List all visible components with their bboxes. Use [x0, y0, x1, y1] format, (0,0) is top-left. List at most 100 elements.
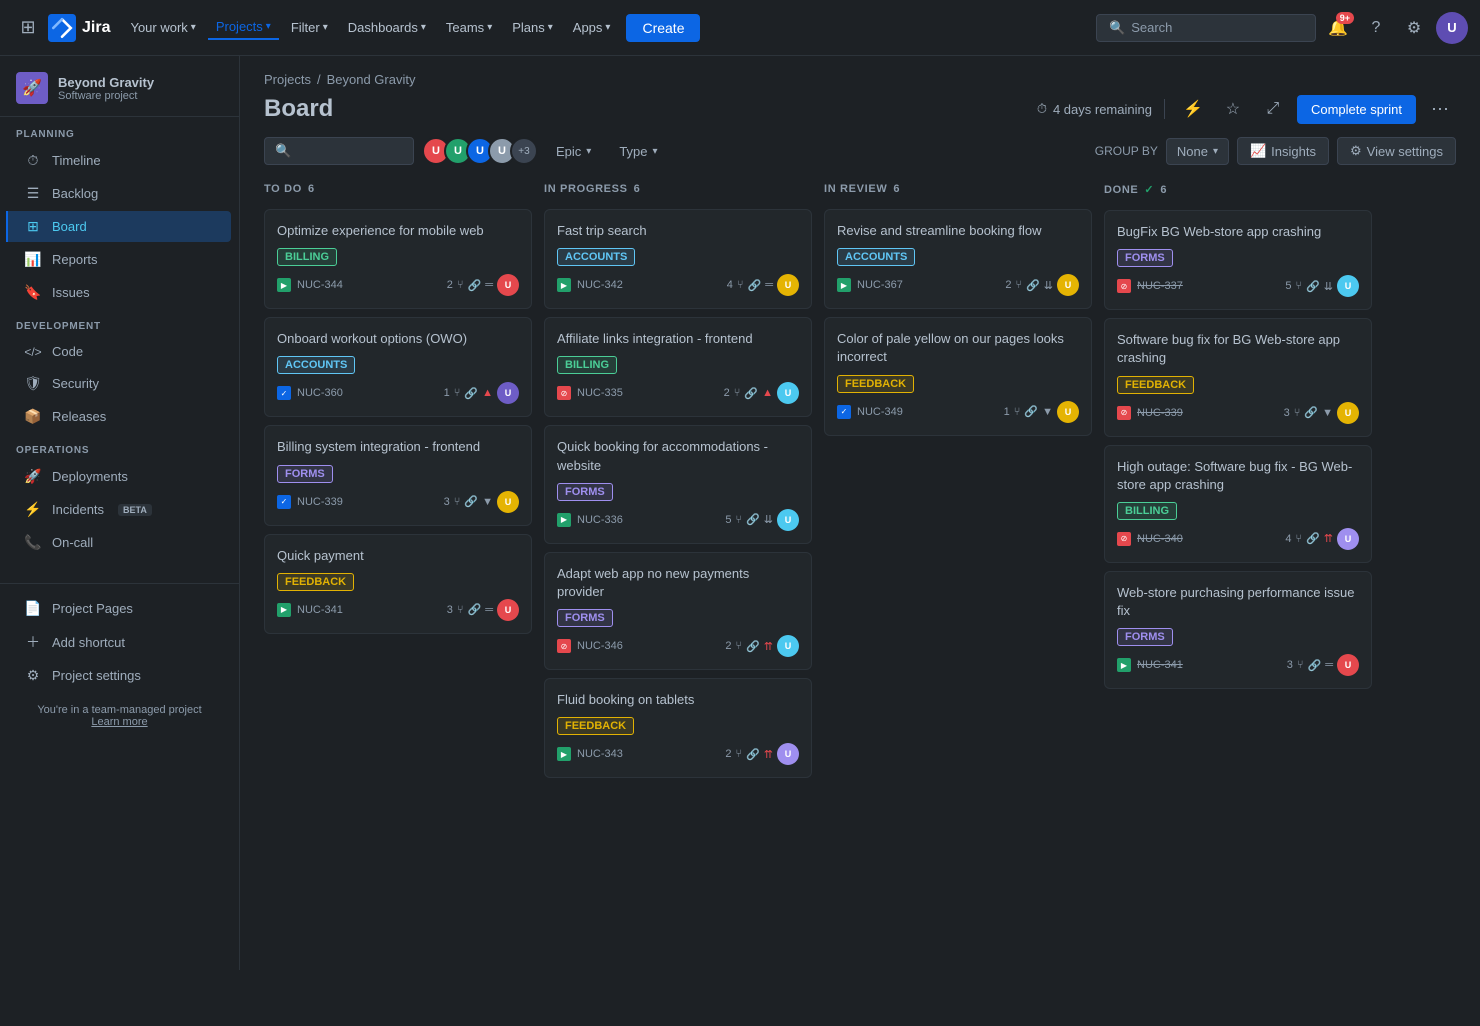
sidebar-item-timeline[interactable]: ⏱ Timeline — [8, 145, 231, 176]
groupby-select[interactable]: None▾ — [1166, 138, 1229, 165]
column-inreview: IN REVIEW 6 Revise and streamline bookin… — [824, 177, 1092, 946]
sprint-info: ⏱ 4 days remaining — [1037, 101, 1152, 117]
notifications-button[interactable]: 🔔 9+ — [1322, 12, 1354, 44]
card-title: Fast trip search — [557, 222, 799, 240]
breadcrumb-project[interactable]: Beyond Gravity — [327, 72, 416, 87]
column-inprogress: IN PROGRESS 6 Fast trip search ACCOUNTS … — [544, 177, 812, 946]
card-tag: FORMS — [557, 609, 613, 627]
card-nuc344[interactable]: Optimize experience for mobile web BILLI… — [264, 209, 532, 309]
type-filter-button[interactable]: Type▾ — [609, 139, 667, 164]
view-settings-button[interactable]: ⚙ View settings — [1337, 137, 1456, 165]
card-footer: ▶ NUC-344 2 ⑂ 🔗 ═ U — [277, 274, 519, 296]
done-check-icon: ✓ — [1144, 183, 1154, 196]
nav-filter[interactable]: Filter▾ — [283, 16, 336, 39]
board-search[interactable]: 🔍 — [264, 137, 414, 165]
card-nuc339[interactable]: Billing system integration - frontend FO… — [264, 425, 532, 525]
project-pages-icon: 📄 — [24, 600, 42, 617]
complete-sprint-button[interactable]: Complete sprint — [1297, 95, 1416, 124]
card-nuc339-done[interactable]: Software bug fix for BG Web-store app cr… — [1104, 318, 1372, 436]
card-nuc341-done[interactable]: Web-store purchasing performance issue f… — [1104, 571, 1372, 689]
sidebar-item-incidents[interactable]: ⚡ Incidents BETA — [8, 494, 231, 525]
sidebar-item-project-settings[interactable]: ⚙ Project settings — [8, 660, 231, 691]
sidebar-item-oncall[interactable]: 📞 On-call — [8, 527, 231, 558]
card-footer: ▶ NUC-343 2⑂🔗⇈ U — [557, 743, 799, 765]
card-footer: ▶ NUC-367 2⑂🔗⇊ U — [837, 274, 1079, 296]
breadcrumb: Projects / Beyond Gravity — [264, 72, 1456, 87]
card-nuc340[interactable]: High outage: Software bug fix - BG Web-s… — [1104, 445, 1372, 563]
card-nuc367[interactable]: Revise and streamline booking flow ACCOU… — [824, 209, 1092, 309]
insights-button[interactable]: 📈 Insights — [1237, 137, 1329, 165]
issue-id: NUC-360 — [297, 387, 343, 399]
epic-filter-button[interactable]: Epic▾ — [546, 139, 601, 164]
nav-plans[interactable]: Plans▾ — [504, 16, 561, 39]
card-nuc335[interactable]: Affiliate links integration - frontend B… — [544, 317, 812, 417]
nav-dashboards[interactable]: Dashboards▾ — [340, 16, 434, 39]
sidebar-item-label: Backlog — [52, 186, 98, 201]
card-nuc337[interactable]: BugFix BG Web-store app crashing FORMS ⊘… — [1104, 210, 1372, 310]
column-header-inreview: IN REVIEW 6 — [824, 177, 1092, 201]
links-icon: 🔗 — [468, 279, 482, 292]
sidebar-footer-link[interactable]: Learn more — [91, 716, 147, 728]
card-nuc343[interactable]: Fluid booking on tablets FEEDBACK ▶ NUC-… — [544, 678, 812, 778]
card-tag-billing: BILLING — [277, 248, 337, 266]
jira-logo[interactable]: Jira — [48, 14, 110, 42]
card-title: Web-store purchasing performance issue f… — [1117, 584, 1359, 620]
card-avatar: U — [497, 382, 519, 404]
sidebar-item-project-pages[interactable]: 📄 Project Pages — [8, 593, 231, 624]
settings-button[interactable]: ⚙ — [1398, 12, 1430, 44]
sidebar-item-code[interactable]: </> Code — [8, 337, 231, 366]
more-options-button[interactable]: ⋯ — [1424, 93, 1456, 125]
sidebar-project-header: 🚀 Beyond Gravity Software project — [0, 56, 239, 117]
sidebar-item-label: Issues — [52, 285, 90, 300]
card-meta: 1⑂🔗▲ U — [444, 382, 519, 404]
card-title: Adapt web app no new payments provider — [557, 565, 799, 601]
sidebar-item-reports[interactable]: 📊 Reports — [8, 244, 231, 275]
card-nuc336[interactable]: Quick booking for accommodations - websi… — [544, 425, 812, 543]
nav-teams[interactable]: Teams▾ — [438, 16, 500, 39]
oncall-icon: 📞 — [24, 534, 42, 551]
sidebar-footer: You're in a team-managed project Learn m… — [0, 692, 239, 740]
user-avatar[interactable]: U — [1436, 12, 1468, 44]
card-tag: ACCOUNTS — [837, 248, 915, 266]
issue-icon-bug: ⊘ — [557, 386, 571, 400]
card-nuc349[interactable]: Color of pale yellow on our pages looks … — [824, 317, 1092, 435]
issue-icon-story: ▶ — [837, 278, 851, 292]
sidebar-item-add-shortcut[interactable]: ＋ Add shortcut — [8, 625, 231, 659]
sidebar-item-issues[interactable]: 🔖 Issues — [8, 277, 231, 308]
card-nuc360[interactable]: Onboard workout options (OWO) ACCOUNTS ✓… — [264, 317, 532, 417]
card-avatar: U — [497, 491, 519, 513]
fullscreen-button[interactable]: ⤢ — [1257, 93, 1289, 125]
avatars-row: U U U U +3 — [422, 137, 538, 165]
card-nuc341[interactable]: Quick payment FEEDBACK ▶ NUC-341 3⑂🔗═ U — [264, 534, 532, 634]
create-button[interactable]: Create — [626, 14, 700, 42]
nav-projects[interactable]: Projects▾ — [208, 15, 279, 40]
card-footer: ▶ NUC-336 5⑂🔗⇊ U — [557, 509, 799, 531]
card-title: Color of pale yellow on our pages looks … — [837, 330, 1079, 366]
groupby-label: GROUP BY — [1095, 144, 1158, 158]
sidebar-item-label: Add shortcut — [52, 635, 125, 650]
sidebar-item-releases[interactable]: 📦 Releases — [8, 401, 231, 432]
sidebar-item-board[interactable]: ⊞ Board — [6, 211, 231, 242]
card-footer: ⊘ NUC-337 5⑂🔗⇊ U — [1117, 275, 1359, 297]
breadcrumb-projects[interactable]: Projects — [264, 72, 311, 87]
sidebar-item-backlog[interactable]: ☰ Backlog — [8, 178, 231, 209]
sidebar-item-label: On-call — [52, 535, 93, 550]
star-button[interactable]: ☆ — [1217, 93, 1249, 125]
sidebar-item-security[interactable]: 🛡 Security — [8, 368, 231, 399]
issue-icon-story: ▶ — [277, 278, 291, 292]
nav-your-work[interactable]: Your work▾ — [122, 16, 203, 39]
card-nuc342[interactable]: Fast trip search ACCOUNTS ▶ NUC-342 4⑂🔗═… — [544, 209, 812, 309]
card-nuc346[interactable]: Adapt web app no new payments provider F… — [544, 552, 812, 670]
development-section-label: DEVELOPMENT — [0, 309, 239, 336]
avatar-more[interactable]: +3 — [510, 137, 538, 165]
lightning-button[interactable]: ⚡ — [1177, 93, 1209, 125]
project-settings-icon: ⚙ — [24, 667, 42, 684]
help-button[interactable]: ? — [1360, 12, 1392, 44]
apps-grid-icon[interactable]: ⊞ — [12, 12, 44, 44]
sidebar-item-deployments[interactable]: 🚀 Deployments — [8, 461, 231, 492]
security-icon: 🛡 — [24, 375, 42, 392]
search-box[interactable]: 🔍 Search — [1096, 14, 1316, 42]
sprint-divider — [1164, 99, 1165, 119]
nav-apps[interactable]: Apps▾ — [565, 16, 619, 39]
card-title: Onboard workout options (OWO) — [277, 330, 519, 348]
